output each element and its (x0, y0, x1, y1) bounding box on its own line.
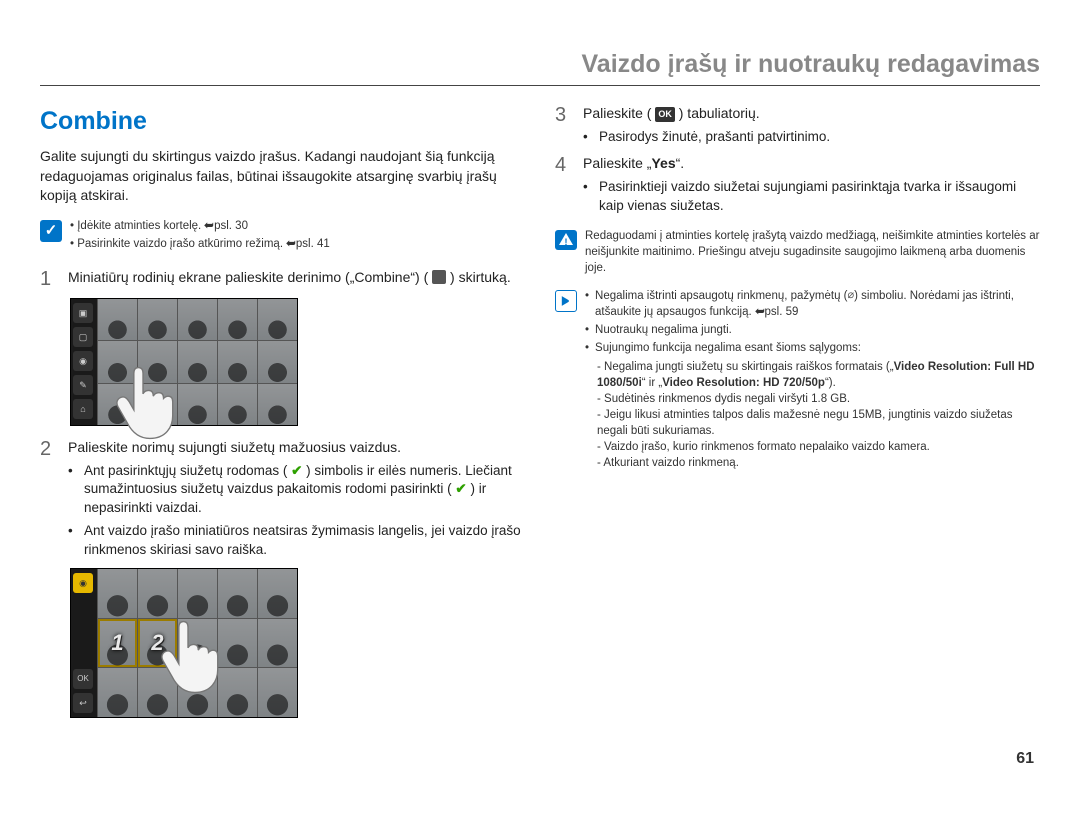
step-4: 4 Palieskite „Yes“. • Pasirinktieji vaiz… (555, 154, 1040, 215)
side-button[interactable]: ◉ (73, 351, 93, 371)
thumbnail[interactable] (98, 299, 137, 340)
check-icon: ✔ (291, 462, 302, 481)
side-button[interactable]: ✎ (73, 375, 93, 395)
thumbnail[interactable] (178, 299, 217, 340)
right-column: 3 Palieskite ( OK ) tabuliatorių. • Pasi… (555, 104, 1040, 730)
info-note: •Negalima ištrinti apsaugotų rinkmenų, p… (555, 288, 1040, 471)
side-button[interactable]: ▣ (73, 303, 93, 323)
thumbnail[interactable] (258, 619, 297, 668)
thumbnail[interactable] (98, 668, 137, 717)
step-number: 4 (555, 154, 573, 215)
ui-screenshot-thumbnails: ▣ ▢ ◉ ✎ ⌂ (70, 298, 298, 426)
back-button[interactable]: ↩ (73, 693, 93, 713)
step-body: Palieskite „Yes“. • Pasirinktieji vaizdo… (583, 154, 1040, 215)
ui-screenshot-selected: ◉ OK ↩ 1 2 (70, 568, 298, 718)
precheck-item: • Įdėkite atminties kortelę. ➥psl. 30 (70, 218, 330, 234)
thumbnail[interactable] (218, 341, 257, 382)
intro-paragraph: Galite sujungti du skirtingus vaizdo įra… (40, 147, 525, 206)
thumbnail[interactable] (138, 569, 177, 618)
thumbnail[interactable] (178, 384, 217, 425)
left-column: Combine Galite sujungti du skirtingus va… (40, 104, 525, 730)
step-sub-bullet: • Pasirodys žinutė, prašanti patvirtinim… (583, 128, 1040, 147)
section-title: Combine (40, 104, 525, 139)
thumbnail-grid: 1 2 (97, 569, 297, 717)
thumbnail-selected[interactable]: 1 (98, 619, 137, 668)
thumbnail[interactable] (218, 619, 257, 668)
thumbnail[interactable] (258, 384, 297, 425)
caution-text: Redaguodami į atminties kortelę įrašytą … (585, 228, 1040, 276)
step-body: Miniatiūrų rodinių ekrane palieskite der… (68, 268, 525, 290)
thumbnail[interactable] (218, 299, 257, 340)
precheck-list: • Įdėkite atminties kortelę. ➥psl. 30 • … (70, 218, 330, 254)
thumbnail-grid (97, 299, 297, 425)
thumbnail[interactable] (258, 569, 297, 618)
thumbnail[interactable] (98, 569, 137, 618)
chapter-title: Vaizdo įrašų ir nuotraukų redagavimas (40, 50, 1040, 86)
page: Vaizdo įrašų ir nuotraukų redagavimas Co… (0, 0, 1080, 788)
ok-icon: OK (655, 107, 675, 122)
step-sub-bullet: • Ant pasirinktųjų siužetų rodomas ( ✔ )… (68, 462, 525, 519)
step-3: 3 Palieskite ( OK ) tabuliatorių. • Pasi… (555, 104, 1040, 146)
info-body: •Negalima ištrinti apsaugotų rinkmenų, p… (585, 288, 1040, 471)
pointing-hand-icon (108, 363, 178, 443)
info-item: •Nuotraukų negalima jungti. (585, 322, 1040, 338)
step-number: 2 (40, 438, 58, 560)
step-body: Palieskite norimų sujungti siužetų mažuo… (68, 438, 525, 560)
thumbnail[interactable] (178, 569, 217, 618)
dash-item: Vaizdo įrašo, kurio rinkmenos formato ne… (597, 439, 1040, 455)
dash-item: Negalima jungti siužetų su skirtingais r… (597, 359, 1040, 391)
thumbnail[interactable] (258, 668, 297, 717)
precheck-item: • Pasirinkite vaizdo įrašo atkūrimo reži… (70, 236, 330, 252)
checkbox-icon: ✓ (40, 220, 62, 242)
info-item: •Negalima ištrinti apsaugotų rinkmenų, p… (585, 288, 1040, 320)
pointing-hand-icon (153, 617, 223, 697)
thumbnail[interactable] (218, 569, 257, 618)
thumbnail[interactable] (178, 341, 217, 382)
thumbnail[interactable] (258, 299, 297, 340)
combine-tab-icon (432, 270, 446, 284)
side-toolbar: ▣ ▢ ◉ ✎ ⌂ (71, 299, 97, 425)
ok-button[interactable]: OK (73, 669, 93, 689)
thumbnail[interactable] (218, 384, 257, 425)
two-column-layout: Combine Galite sujungti du skirtingus va… (40, 104, 1040, 730)
dash-item: Atkuriant vaizdo rinkmeną. (597, 455, 1040, 471)
step-body: Palieskite ( OK ) tabuliatorių. • Pasiro… (583, 104, 1040, 146)
step-number: 3 (555, 104, 573, 146)
step-1: 1 Miniatiūrų rodinių ekrane palieskite d… (40, 268, 525, 290)
precheck-box: ✓ • Įdėkite atminties kortelę. ➥psl. 30 … (40, 218, 525, 254)
side-button[interactable]: ⌂ (73, 399, 93, 419)
side-button-active[interactable]: ◉ (73, 573, 93, 593)
info-item: •Sujungimo funkcija negalima esant šioms… (585, 340, 1040, 356)
check-icon: ✔ (455, 480, 466, 499)
info-icon (555, 290, 577, 312)
dash-item: Jeigu likusi atminties talpos dalis maže… (597, 407, 1040, 439)
dash-item: Sudėtinės rinkmenos dydis negali viršyti… (597, 391, 1040, 407)
step-sub-bullet: • Pasirinktieji vaizdo siužetai sujungia… (583, 178, 1040, 216)
side-button[interactable]: ▢ (73, 327, 93, 347)
caution-note: Redaguodami į atminties kortelę įrašytą … (555, 228, 1040, 276)
caution-icon (555, 230, 577, 250)
thumbnail[interactable] (138, 299, 177, 340)
step-sub-bullet: • Ant vaizdo įrašo miniatiūros neatsiras… (68, 522, 525, 560)
thumbnail[interactable] (258, 341, 297, 382)
side-toolbar: ◉ OK ↩ (71, 569, 97, 717)
info-dash-list: Negalima jungti siužetų su skirtingais r… (585, 359, 1040, 472)
yes-label: Yes (651, 155, 675, 171)
page-number: 61 (40, 750, 1040, 768)
step-2: 2 Palieskite norimų sujungti siužetų maž… (40, 438, 525, 560)
step-number: 1 (40, 268, 58, 290)
selection-number: 1 (98, 619, 137, 668)
thumbnail[interactable] (218, 668, 257, 717)
